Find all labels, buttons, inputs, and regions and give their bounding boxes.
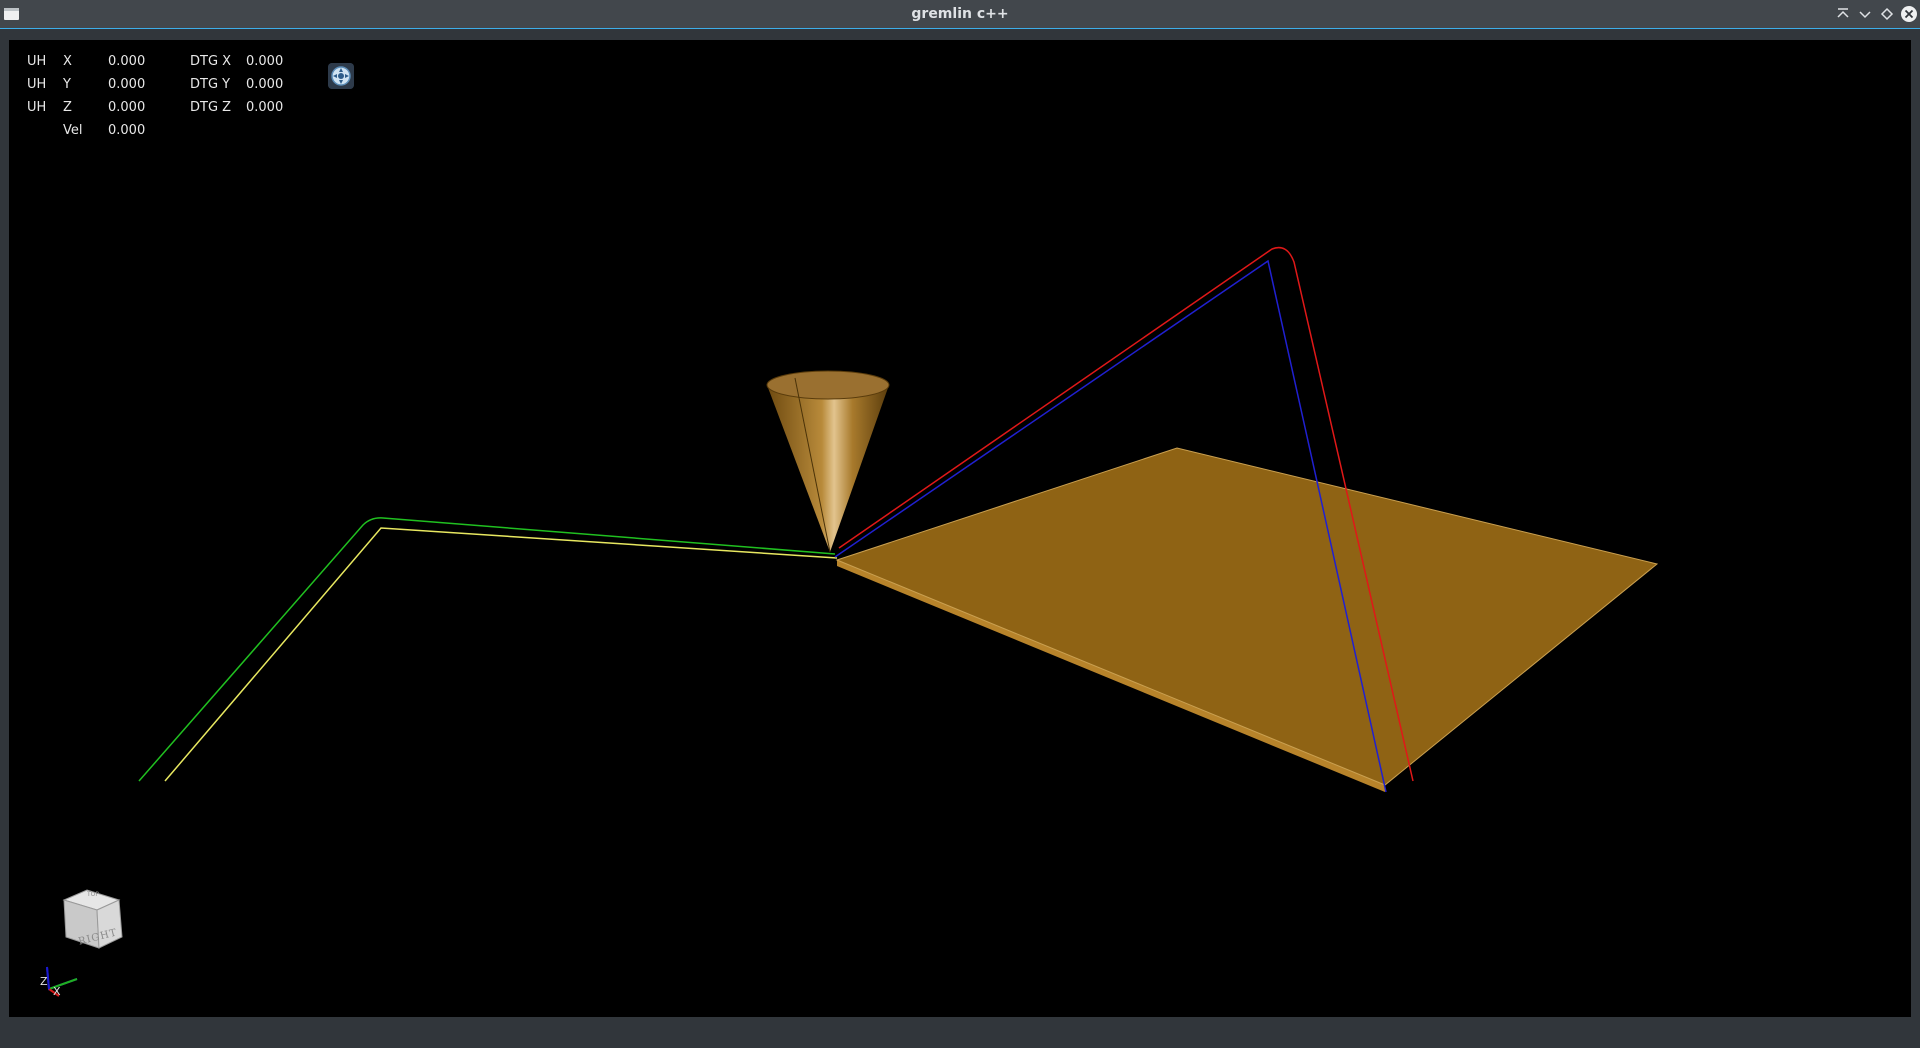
tool-cone [766,370,890,553]
dtg-label-y: DTG Y [190,77,231,92]
dro-value-y: 0.000 [108,77,146,92]
dro-axis-x: X [63,54,72,69]
gremlin-viewport[interactable]: UH X 0.000 DTG X 0.000 UH Y 0.000 DTG Y … [9,40,1911,1017]
axis-x-label: X [53,985,61,998]
minimize-icon[interactable] [1856,5,1874,23]
maximize-icon[interactable] [1878,5,1896,23]
dro-value-z: 0.000 [108,100,146,115]
vel-value: 0.000 [108,123,146,138]
keep-above-icon[interactable] [1834,5,1852,23]
dro-prefix: UH [27,77,47,92]
dro-value-x: 0.000 [108,54,146,69]
dtg-label-x: DTG X [190,54,232,69]
view-cube[interactable]: TOP RIGHT Z X [35,882,155,998]
dtg-value-z: 0.000 [246,100,284,115]
dtg-label-z: DTG Z [190,100,232,115]
path-green [138,517,836,782]
dro-axis-z: Z [63,100,72,115]
stock-plate [835,447,1659,792]
dro-prefix: UH [27,54,47,69]
path-yellow [164,527,838,782]
dtg-value-y: 0.000 [246,77,284,92]
svg-text:TOP: TOP [86,891,99,898]
dro-prefix: UH [27,100,47,115]
zoom-fit-button[interactable] [328,63,354,89]
dro-axis-y: Y [63,77,71,92]
vel-label: Vel [63,123,83,138]
axis-z-label: Z [40,975,48,988]
dtg-value-x: 0.000 [246,54,284,69]
window-title: gremlin c++ [911,6,1009,22]
toolpath-scene[interactable] [9,40,1911,1017]
close-icon[interactable] [1900,5,1918,23]
window-titlebar[interactable]: gremlin c++ [0,0,1920,29]
